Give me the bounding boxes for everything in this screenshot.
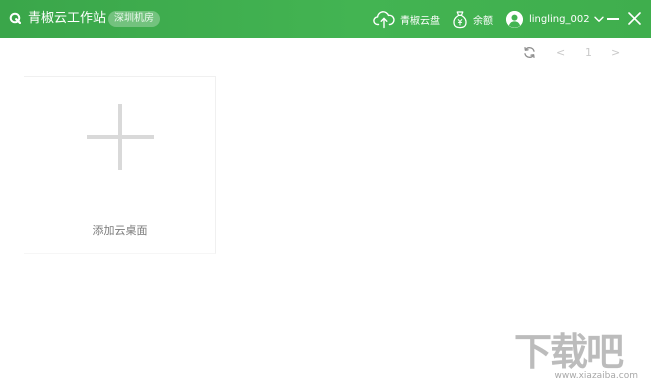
watermark-logo: 下载吧 bbox=[514, 329, 624, 374]
balance-button[interactable]: 余额 bbox=[452, 9, 493, 29]
app-title: 青椒云工作站 bbox=[28, 11, 107, 26]
watermark-url: www.xiazaiba.com bbox=[554, 371, 638, 381]
close-icon[interactable] bbox=[628, 12, 641, 25]
cloud-disk-label: 青椒云盘 bbox=[400, 15, 440, 27]
pager-next-button[interactable]: > bbox=[611, 46, 620, 60]
watermark: 下载吧 www.xiazaiba.com bbox=[514, 331, 644, 383]
pager-current-page: 1 bbox=[585, 46, 592, 59]
add-desktop-card[interactable]: 添加云桌面 bbox=[24, 76, 216, 254]
q-logo-icon bbox=[9, 12, 21, 24]
balance-label: 余额 bbox=[473, 15, 493, 27]
chevron-down-icon bbox=[593, 16, 604, 22]
pager-prev-button[interactable]: < bbox=[556, 46, 565, 60]
refresh-icon[interactable] bbox=[523, 46, 536, 59]
user-avatar-icon bbox=[506, 10, 523, 28]
username: lingling_002 bbox=[529, 13, 590, 25]
cloud-upload-icon bbox=[373, 11, 395, 29]
cloud-disk-button[interactable]: 青椒云盘 bbox=[373, 9, 440, 29]
minimize-icon[interactable] bbox=[607, 18, 619, 20]
region-badge[interactable]: 深圳机房 bbox=[108, 11, 160, 27]
title-bar: 青椒云工作站 深圳机房 青椒云盘 余额 lingling_002 bbox=[0, 0, 651, 38]
user-menu[interactable]: lingling_002 bbox=[506, 10, 604, 28]
add-desktop-label: 添加云桌面 bbox=[92, 224, 148, 237]
money-bag-icon bbox=[453, 10, 467, 28]
